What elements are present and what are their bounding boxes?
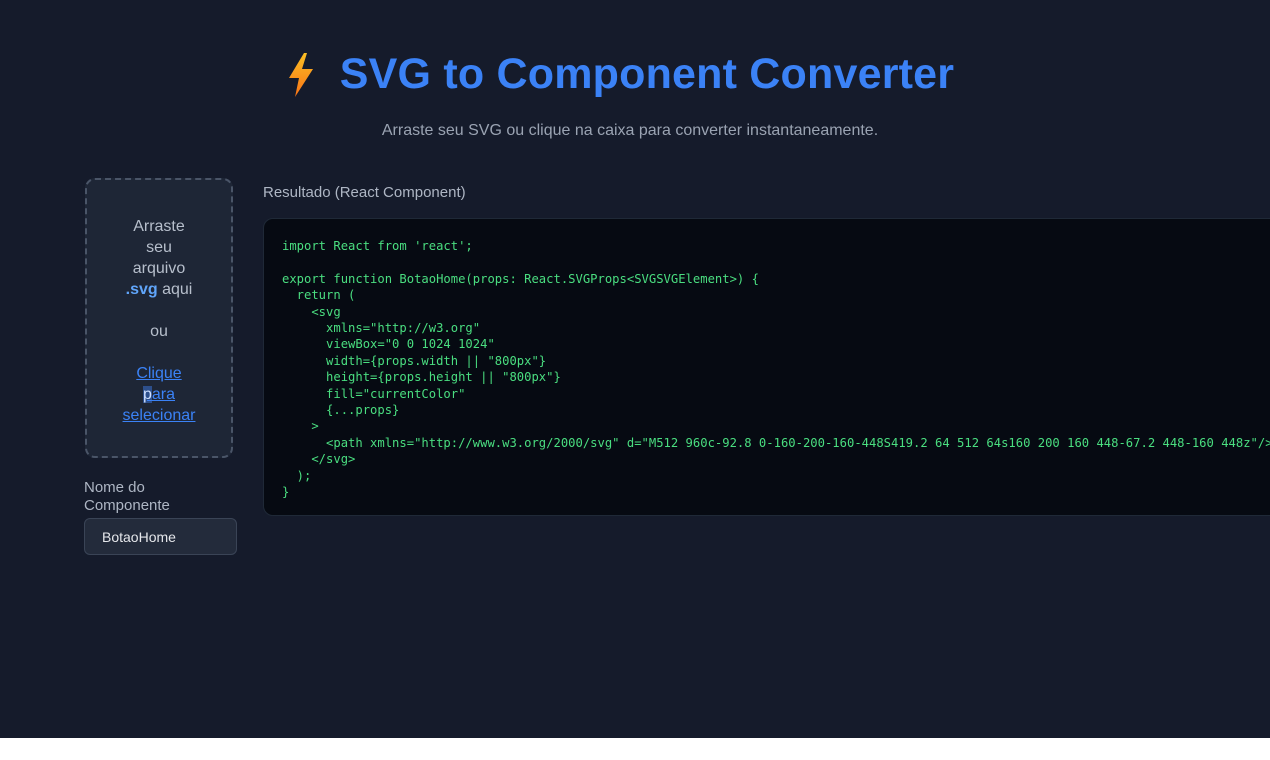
page-subtitle: Arraste seu SVG ou clique na caixa para … [381,122,879,139]
page-header: SVG to Component Converter [0,50,1270,99]
lightning-bolt-icon [288,52,313,97]
select-file-link-line: para [123,384,196,405]
select-file-link-line: Clique [136,365,182,382]
text-selection-highlight: p [142,386,152,403]
result-code-panel[interactable]: import React from 'react'; export functi… [263,218,1270,516]
dropzone-text-line: .svg aqui [126,279,193,300]
result-code[interactable]: import React from 'react'; export functi… [264,219,1270,501]
select-file-link-fragment: ara [151,386,176,403]
select-file-link[interactable]: Clique para selecionar [123,363,196,426]
page-title: SVG to Component Converter [339,50,955,98]
dropzone-text-line: seu [146,239,172,256]
select-file-link-line: selecionar [122,407,196,424]
svg-dropzone[interactable]: Arraste seu arquivo .svg aqui ou Clique … [85,178,233,458]
dropzone-text-line: Arraste [133,218,185,235]
dropzone-text-line: arquivo [132,260,186,277]
svg-extension-label: .svg [125,281,158,298]
dropzone-or-text: ou [150,323,168,340]
result-label: Resultado (React Component) [263,184,466,201]
app-window: SVG to Component Converter Arraste seu S… [0,0,1270,738]
component-name-label: Nome do Componente [84,479,170,514]
dropzone-text-fragment: aqui [157,281,193,298]
component-name-input[interactable] [84,518,237,555]
